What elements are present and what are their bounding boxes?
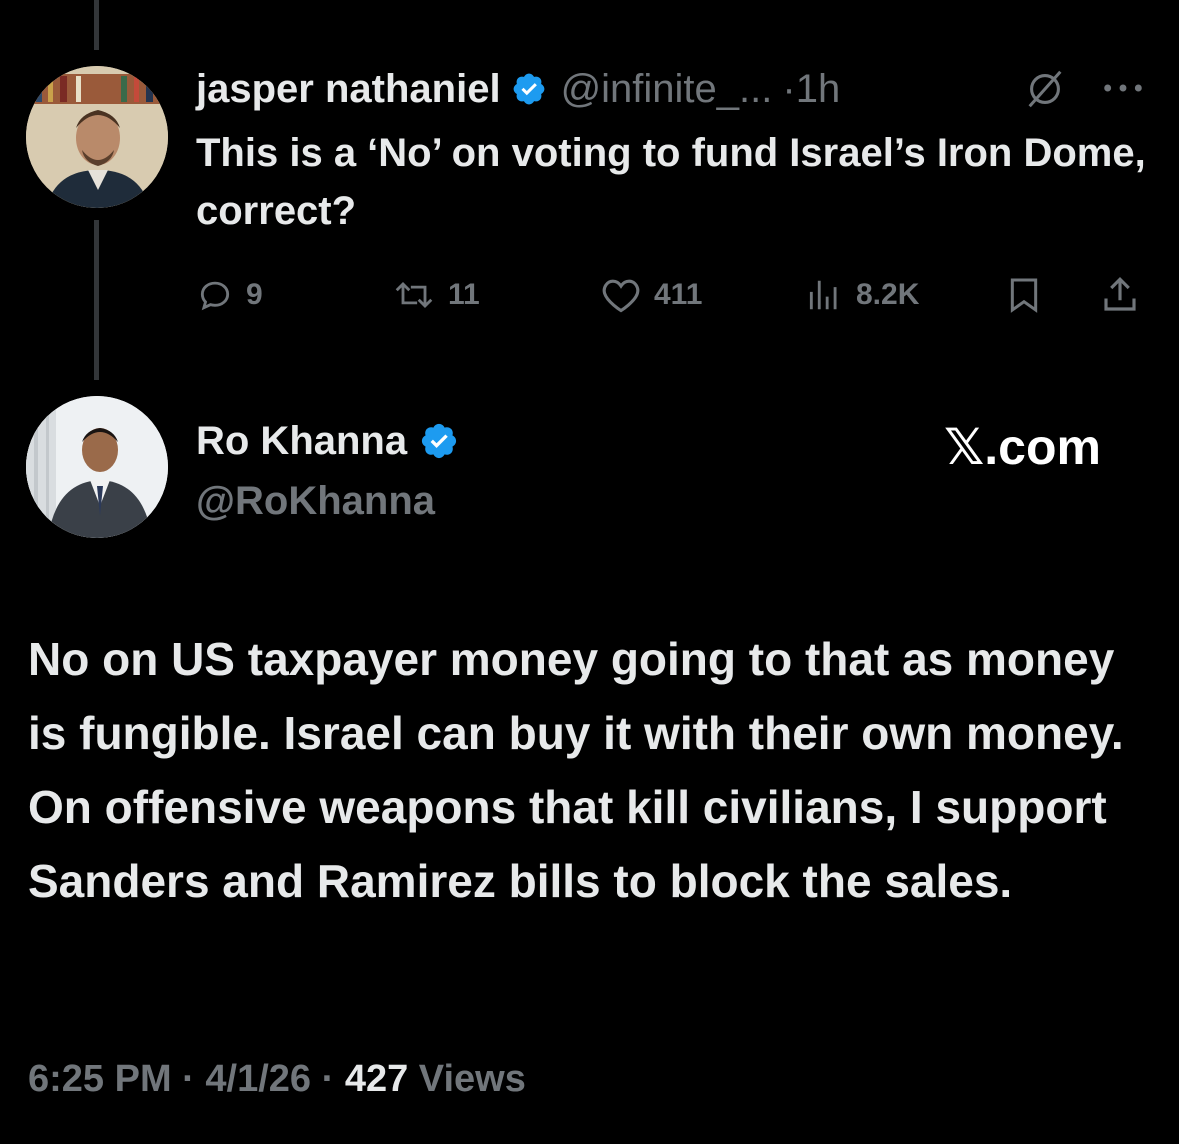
reply-icon <box>200 281 230 311</box>
verified-badge-icon <box>511 71 547 107</box>
tweet-text: No on US taxpayer money going to that as… <box>28 633 1124 907</box>
tweet-time[interactable]: 6:25 PM <box>28 1058 172 1100</box>
views-total: 427 <box>344 1058 409 1100</box>
author-name[interactable]: Ro Khanna <box>196 419 407 464</box>
main-author: Ro Khanna <box>196 414 459 468</box>
tweet-meta: 6:25 PM · 4/1/26 · 427 Views <box>28 1058 526 1100</box>
author-handle[interactable]: @infinite_... <box>561 67 773 112</box>
views-count: 8.2K <box>856 278 920 311</box>
like-count: 411 <box>654 278 703 311</box>
reply-header: jasper nathaniel @infinite_... ·1h <box>196 62 840 116</box>
avatar[interactable] <box>26 66 168 208</box>
reply-text: This is a ‘No’ on voting to fund Israel’… <box>196 131 1146 233</box>
reply-button[interactable]: 9 <box>196 270 263 320</box>
thread-line <box>94 220 99 380</box>
more-icon[interactable] <box>1100 70 1146 106</box>
thread-line <box>94 0 99 50</box>
repost-count: 11 <box>448 278 480 311</box>
brand-watermark: 𝕏.com <box>944 419 1101 475</box>
grok-icon[interactable] <box>1022 66 1068 112</box>
timestamp[interactable]: ·1h <box>782 67 840 112</box>
reply-count: 9 <box>246 278 263 311</box>
author-handle[interactable]: @RoKhanna <box>196 474 435 528</box>
share-icon[interactable] <box>1098 270 1142 320</box>
verified-badge-icon <box>419 421 459 461</box>
bookmark-icon[interactable] <box>1004 270 1044 320</box>
views-icon <box>809 280 837 310</box>
views-button[interactable]: 8.2K <box>804 270 919 320</box>
avatar[interactable] <box>26 396 168 538</box>
author-name[interactable]: jasper nathaniel <box>196 67 501 112</box>
like-button[interactable]: 411 <box>600 270 702 320</box>
tweet-date[interactable]: 4/1/26 <box>205 1058 311 1100</box>
views-label: Views <box>408 1058 526 1100</box>
repost-icon <box>395 281 433 309</box>
like-icon <box>602 279 640 313</box>
repost-button[interactable]: 11 <box>392 270 480 320</box>
